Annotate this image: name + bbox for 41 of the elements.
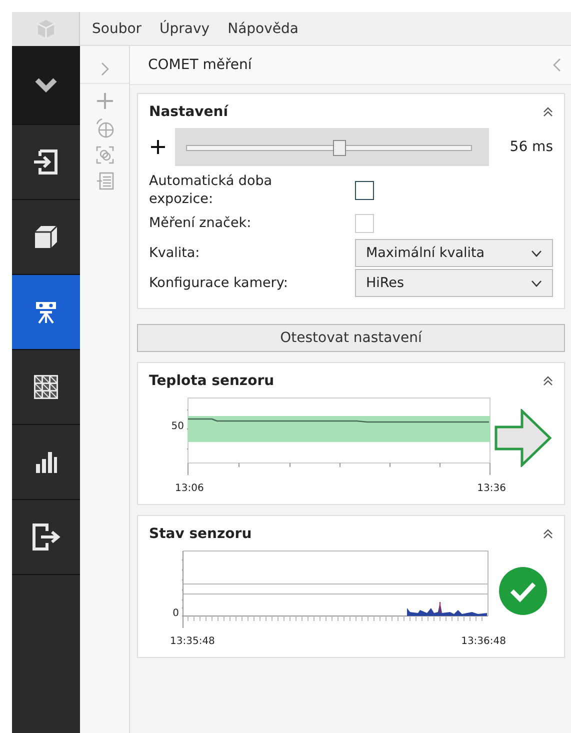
- field-label: Konfigurace kamery:: [149, 274, 289, 293]
- checkbox[interactable]: [355, 180, 374, 200]
- grid-icon: [33, 374, 59, 400]
- field-label: Měření značek:: [149, 214, 252, 233]
- collapse-icon[interactable]: [543, 107, 553, 117]
- card-title: Stav senzoru: [149, 526, 252, 542]
- caret-icon: [531, 250, 542, 257]
- axis-label: 13:35:48: [170, 636, 215, 648]
- right-arrow-icon: [494, 409, 552, 468]
- card-title: Teplota senzoru: [149, 373, 274, 390]
- menu-item[interactable]: Nápověda: [228, 20, 298, 36]
- chevron-down-icon: [34, 77, 58, 93]
- axis-label: 0: [172, 608, 179, 620]
- exposure-slider[interactable]: [175, 128, 489, 166]
- collapse-icon[interactable]: [543, 529, 553, 540]
- axis-label: 13:36:48: [461, 636, 506, 648]
- exposure-reading: 56 ms: [508, 139, 553, 155]
- axis-label: 50: [171, 421, 184, 432]
- field-label: Kvalita:: [149, 244, 201, 263]
- menu-item[interactable]: Soubor: [92, 20, 142, 36]
- axis-label: 13:06: [175, 483, 204, 494]
- plus-icon[interactable]: [149, 139, 167, 155]
- cube-icon: [33, 224, 59, 250]
- cube-logo-icon: [36, 19, 56, 39]
- dropdown[interactable]: HiRes: [355, 269, 553, 298]
- exit-icon: [31, 522, 61, 552]
- camera-tripod-icon: [33, 299, 59, 325]
- test-settings-button[interactable]: Otestovat nastavení: [137, 324, 565, 352]
- menu-item[interactable]: Úpravy: [160, 20, 210, 36]
- card-title: Nastavení: [149, 104, 228, 120]
- slider-thumb[interactable]: [332, 140, 346, 156]
- caret-icon: [531, 280, 542, 287]
- sidebar-item[interactable]: [12, 46, 80, 125]
- collapse-icon[interactable]: [543, 376, 553, 386]
- bar-chart-icon: [34, 450, 58, 474]
- panel-title: COMET měření: [148, 57, 252, 73]
- axis-label: 13:36: [477, 483, 506, 494]
- sidebar-item[interactable]: [12, 275, 80, 350]
- import-icon: [32, 148, 60, 176]
- dropdown[interactable]: Maximální kvalita: [355, 239, 553, 268]
- field-label: Automatická doba expozice:: [149, 172, 274, 208]
